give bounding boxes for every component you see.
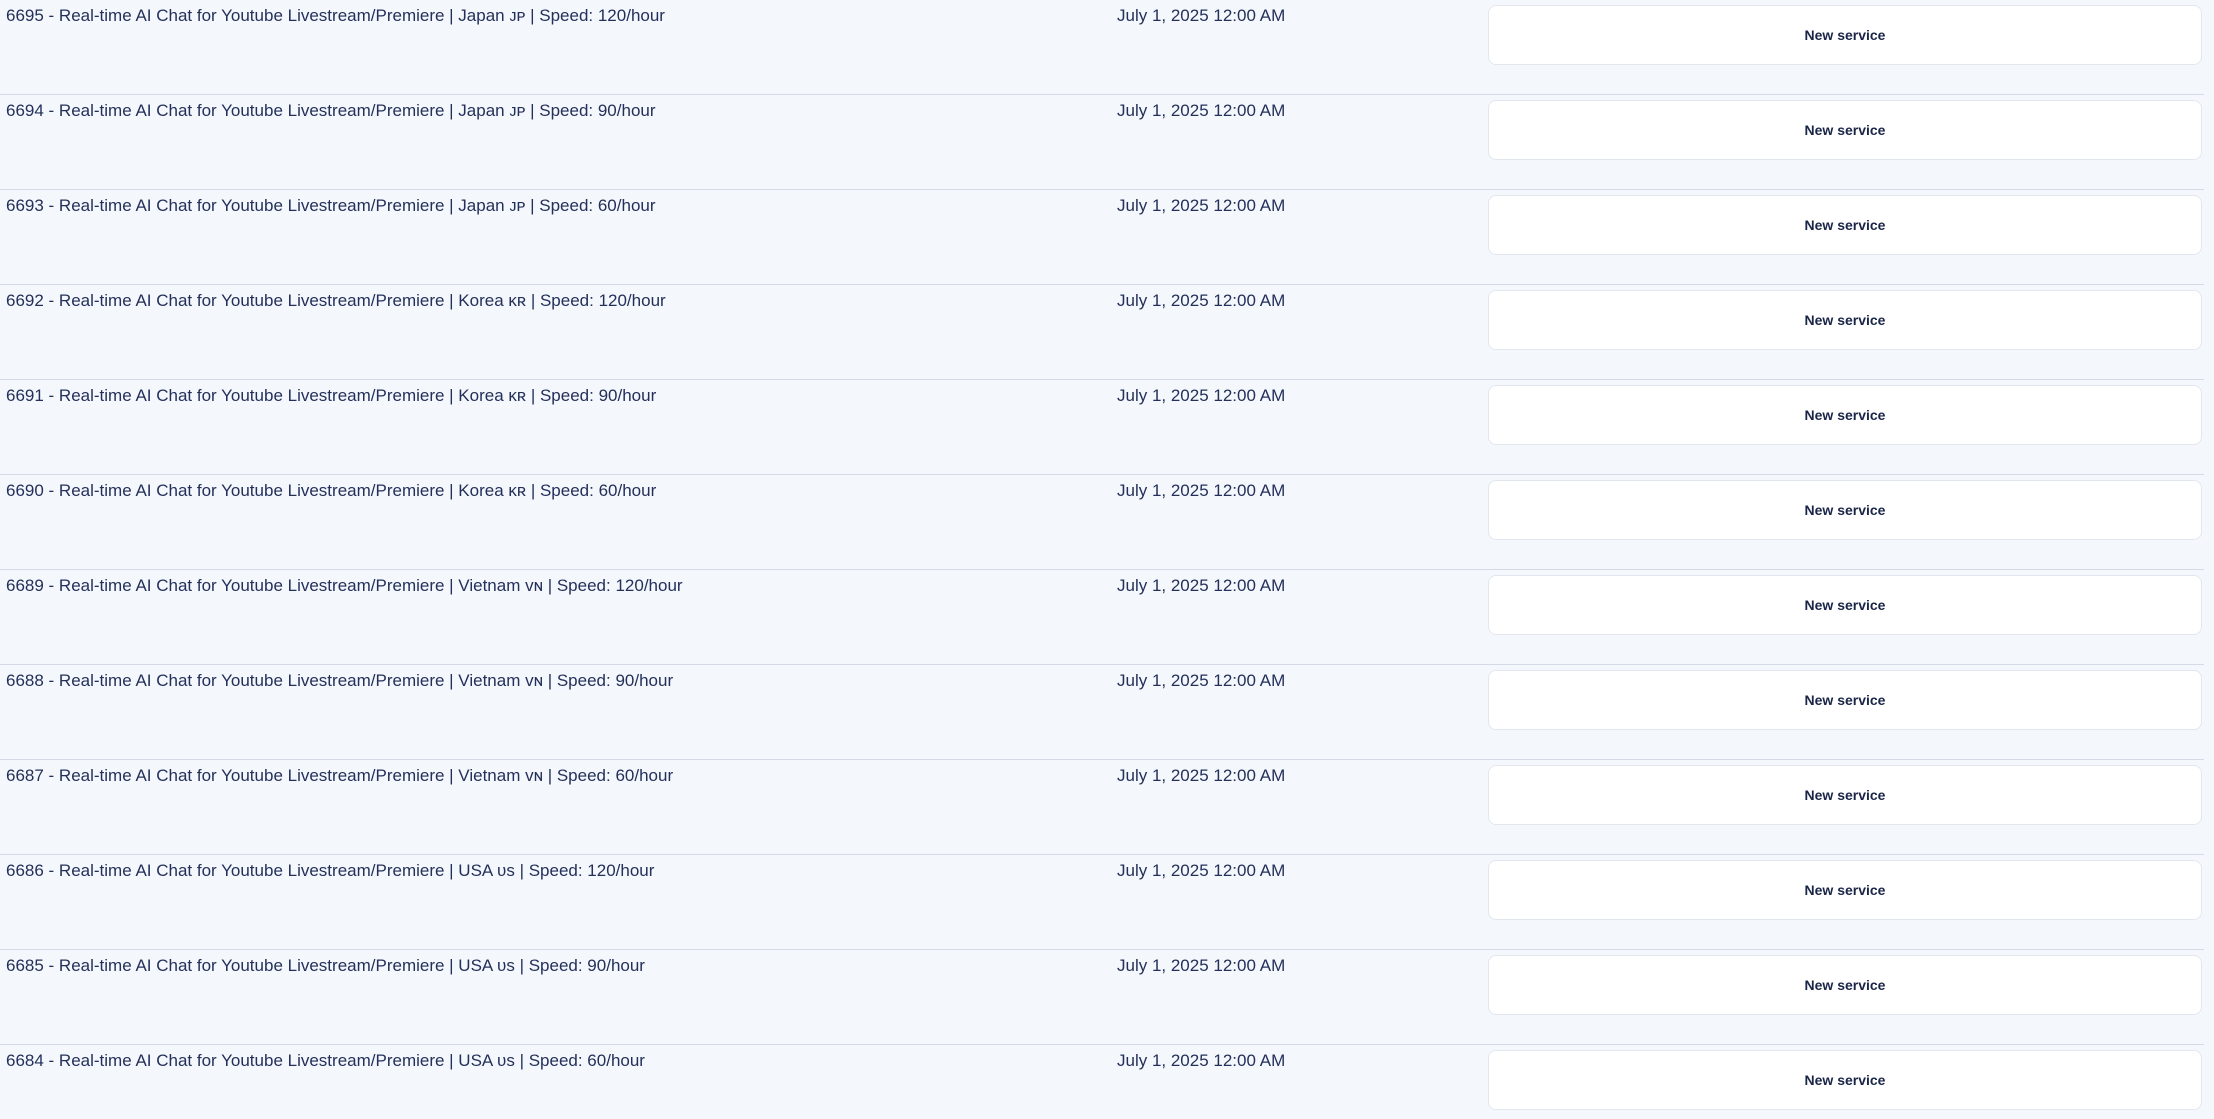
new-service-button[interactable]: New service — [1488, 385, 2202, 445]
service-date: July 1, 2025 12:00 AM — [1117, 481, 1286, 500]
new-service-button[interactable]: New service — [1488, 860, 2202, 920]
service-row: 6693 - Real-time AI Chat for Youtube Liv… — [0, 190, 2204, 285]
service-date: July 1, 2025 12:00 AM — [1117, 196, 1286, 215]
service-row: 6686 - Real-time AI Chat for Youtube Liv… — [0, 855, 2204, 950]
service-name: 6695 - Real-time AI Chat for Youtube Liv… — [6, 6, 665, 25]
service-row: 6684 - Real-time AI Chat for Youtube Liv… — [0, 1045, 2204, 1119]
new-service-button[interactable]: New service — [1488, 100, 2202, 160]
service-row: 6685 - Real-time AI Chat for Youtube Liv… — [0, 950, 2204, 1045]
new-service-button[interactable]: New service — [1488, 575, 2202, 635]
service-date: July 1, 2025 12:00 AM — [1117, 291, 1286, 310]
service-date: July 1, 2025 12:00 AM — [1117, 766, 1286, 785]
service-date: July 1, 2025 12:00 AM — [1117, 101, 1286, 120]
service-row: 6694 - Real-time AI Chat for Youtube Liv… — [0, 95, 2204, 190]
service-date: July 1, 2025 12:00 AM — [1117, 386, 1286, 405]
service-date: July 1, 2025 12:00 AM — [1117, 956, 1286, 975]
new-service-button[interactable]: New service — [1488, 5, 2202, 65]
new-service-button[interactable]: New service — [1488, 480, 2202, 540]
new-service-button[interactable]: New service — [1488, 765, 2202, 825]
service-list: 6695 - Real-time AI Chat for Youtube Liv… — [0, 0, 2214, 1119]
service-name: 6686 - Real-time AI Chat for Youtube Liv… — [6, 861, 655, 880]
service-name: 6694 - Real-time AI Chat for Youtube Liv… — [6, 101, 656, 120]
service-date: July 1, 2025 12:00 AM — [1117, 671, 1286, 690]
new-service-button[interactable]: New service — [1488, 195, 2202, 255]
new-service-button[interactable]: New service — [1488, 955, 2202, 1015]
service-row: 6690 - Real-time AI Chat for Youtube Liv… — [0, 475, 2204, 570]
service-name: 6689 - Real-time AI Chat for Youtube Liv… — [6, 576, 683, 595]
service-name: 6691 - Real-time AI Chat for Youtube Liv… — [6, 386, 657, 405]
service-name: 6685 - Real-time AI Chat for Youtube Liv… — [6, 956, 645, 975]
service-row: 6692 - Real-time AI Chat for Youtube Liv… — [0, 285, 2204, 380]
service-row: 6691 - Real-time AI Chat for Youtube Liv… — [0, 380, 2204, 475]
new-service-button[interactable]: New service — [1488, 670, 2202, 730]
service-row: 6687 - Real-time AI Chat for Youtube Liv… — [0, 760, 2204, 855]
service-date: July 1, 2025 12:00 AM — [1117, 861, 1286, 880]
new-service-button[interactable]: New service — [1488, 1050, 2202, 1110]
service-name: 6690 - Real-time AI Chat for Youtube Liv… — [6, 481, 657, 500]
service-name: 6688 - Real-time AI Chat for Youtube Liv… — [6, 671, 674, 690]
service-name: 6692 - Real-time AI Chat for Youtube Liv… — [6, 291, 666, 310]
service-row: 6695 - Real-time AI Chat for Youtube Liv… — [0, 0, 2204, 95]
service-row: 6689 - Real-time AI Chat for Youtube Liv… — [0, 570, 2204, 665]
service-name: 6693 - Real-time AI Chat for Youtube Liv… — [6, 196, 656, 215]
service-row: 6688 - Real-time AI Chat for Youtube Liv… — [0, 665, 2204, 760]
service-date: July 1, 2025 12:00 AM — [1117, 576, 1286, 595]
new-service-button[interactable]: New service — [1488, 290, 2202, 350]
service-date: July 1, 2025 12:00 AM — [1117, 1051, 1286, 1070]
service-name: 6687 - Real-time AI Chat for Youtube Liv… — [6, 766, 674, 785]
service-name: 6684 - Real-time AI Chat for Youtube Liv… — [6, 1051, 645, 1070]
service-date: July 1, 2025 12:00 AM — [1117, 6, 1286, 25]
